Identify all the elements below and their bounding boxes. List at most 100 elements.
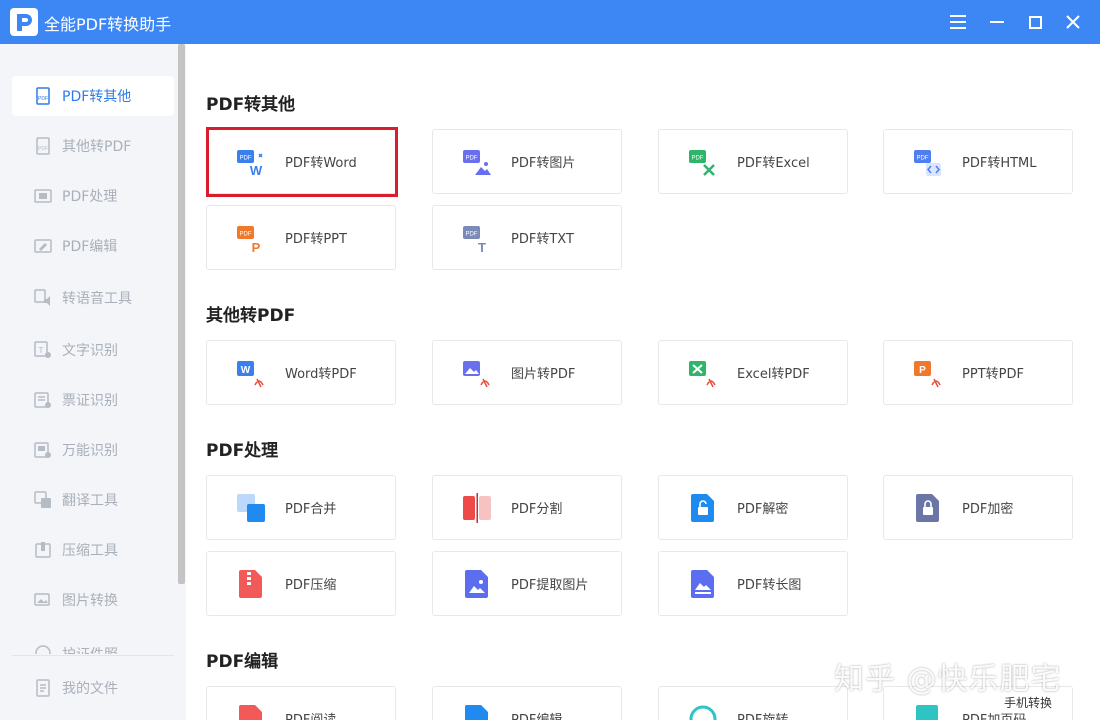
- card-pdf-rotate[interactable]: PDF旋转: [658, 686, 848, 720]
- excel-to-pdf-icon: [689, 360, 716, 387]
- card-label: Excel转PDF: [737, 367, 810, 382]
- maximize-button[interactable]: [1019, 6, 1051, 38]
- card-label: PDF转长图: [737, 578, 802, 593]
- highlight-box: [206, 127, 398, 197]
- card-pdf-to-html[interactable]: PDF PDF转HTML: [883, 129, 1073, 194]
- card-label: PDF合并: [285, 502, 337, 517]
- sidebar-divider: [12, 655, 174, 656]
- maximize-icon: [1028, 15, 1042, 29]
- sidebar-item-label: PDF处理: [62, 189, 118, 205]
- svg-text:P: P: [252, 240, 261, 254]
- pdf-to-image-icon: PDF: [463, 149, 491, 175]
- sidebar-item-universal-scan[interactable]: 万能识别: [12, 430, 174, 470]
- svg-text:PDF: PDF: [466, 155, 478, 161]
- card-label: PDF压缩: [285, 578, 337, 593]
- sidebar-item-voice[interactable]: 转语音工具: [12, 278, 174, 318]
- lock-icon: [916, 493, 939, 522]
- ticket-icon: [34, 392, 51, 408]
- card-pdf-split[interactable]: PDF分割: [432, 475, 622, 540]
- card-pdf-long-image[interactable]: PDF转长图: [658, 551, 848, 616]
- pdf-to-html-icon: PDF: [914, 149, 941, 176]
- ppt-to-pdf-icon: P: [914, 360, 941, 387]
- sidebar-item-pdf-edit[interactable]: PDF编辑: [12, 226, 174, 266]
- card-pdf-extract-image[interactable]: PDF提取图片: [432, 551, 622, 616]
- card-excel-to-pdf[interactable]: Excel转PDF: [658, 340, 848, 405]
- minimize-button[interactable]: [981, 6, 1013, 38]
- svg-text:PDF: PDF: [240, 231, 252, 237]
- app-title: 全能PDF转换助手: [44, 15, 172, 34]
- sidebar-item-compress[interactable]: 压缩工具: [12, 530, 174, 570]
- svg-text:PDF: PDF: [692, 155, 704, 161]
- card-image-to-pdf[interactable]: 图片转PDF: [432, 340, 622, 405]
- pdf-to-txt-icon: PDFT: [463, 225, 486, 254]
- card-pdf-read[interactable]: PDF阅读: [206, 686, 396, 720]
- card-pdf-to-excel[interactable]: PDF PDF转Excel: [658, 129, 848, 194]
- merge-icon: [237, 493, 265, 522]
- card-label: PDF转图片: [511, 156, 576, 171]
- zip-icon: [239, 569, 262, 598]
- card-label: Word转PDF: [285, 367, 357, 382]
- sidebar-item-pdf-process[interactable]: PDF处理: [12, 176, 174, 216]
- sidebar-item-label: 票证识别: [62, 393, 118, 409]
- sidebar-item-label: 压缩工具: [62, 543, 118, 559]
- card-pdf-compress[interactable]: PDF压缩: [206, 551, 396, 616]
- card-pdf-edit[interactable]: PDF编辑: [432, 686, 622, 720]
- card-label: PDF阅读: [285, 709, 336, 720]
- pdf-process-icon: [34, 189, 52, 203]
- card-pdf-decrypt[interactable]: PDF解密: [658, 475, 848, 540]
- sidebar-item-label: 翻译工具: [62, 493, 118, 509]
- card-label: PDF转PPT: [285, 232, 347, 247]
- sidebar-item-ocr[interactable]: T 文字识别: [12, 330, 174, 370]
- svg-text:W: W: [241, 365, 251, 376]
- card-pdf-merge[interactable]: PDF合并: [206, 475, 396, 540]
- sidebar-item-label: 转语音工具: [62, 291, 132, 307]
- sidebar-item-label: 图片转换: [62, 593, 118, 609]
- card-ppt-to-pdf[interactable]: P PPT转PDF: [883, 340, 1073, 405]
- sidebar-item-pdf-to-other[interactable]: PDF PDF转其他: [12, 76, 174, 116]
- sidebar-item-id-photo[interactable]: 护证件照: [12, 638, 174, 654]
- long-image-icon: [691, 569, 714, 598]
- card-label: 图片转PDF: [511, 367, 576, 382]
- svg-text:PDF: PDF: [917, 155, 929, 161]
- pdf-to-ppt-icon: PDFP: [237, 225, 261, 254]
- card-label: PDF解密: [737, 502, 789, 517]
- id-photo-icon: [35, 645, 51, 654]
- sidebar-item-label: 我的文件: [62, 681, 118, 697]
- svg-text:PDF: PDF: [38, 146, 48, 152]
- close-button[interactable]: [1057, 6, 1089, 38]
- translate-icon: [34, 491, 51, 508]
- card-pdf-to-image[interactable]: PDF PDF转图片: [432, 129, 622, 194]
- unlock-icon: [691, 493, 714, 522]
- sidebar-item-translate[interactable]: 翻译工具: [12, 480, 174, 520]
- svg-text:PDF: PDF: [38, 96, 48, 102]
- sidebar-item-my-files[interactable]: 我的文件: [12, 668, 174, 708]
- sidebar-scrollbar[interactable]: [178, 44, 185, 584]
- sidebar-item-image-convert[interactable]: 图片转换: [12, 580, 174, 620]
- card-pdf-encrypt[interactable]: PDF加密: [883, 475, 1073, 540]
- card-word-to-pdf[interactable]: W Word转PDF: [206, 340, 396, 405]
- card-label: PDF编辑: [511, 709, 562, 720]
- sidebar-item-label: 其他转PDF: [62, 139, 132, 155]
- edit-icon: [465, 704, 488, 720]
- pdf-to-excel-icon: PDF: [689, 149, 715, 176]
- card-pdf-to-txt[interactable]: PDF T PDF转TXT: [432, 205, 622, 270]
- card-label: PPT转PDF: [962, 367, 1024, 382]
- extract-image-icon: [465, 569, 488, 598]
- section-title-other-to-pdf: 其他转PDF: [206, 306, 296, 326]
- pdf-edit-icon: [34, 239, 52, 253]
- sidebar-item-ticket[interactable]: 票证识别: [12, 380, 174, 420]
- image-to-pdf-icon: [463, 360, 490, 387]
- page-number-icon: [916, 704, 938, 720]
- section-title-pdf-edit: PDF编辑: [206, 652, 279, 672]
- svg-text:T: T: [39, 346, 44, 355]
- watermark: 知乎 @快乐肥宅: [834, 662, 1062, 697]
- sidebar-item-label: PDF编辑: [62, 239, 118, 255]
- sidebar-item-label: 护证件照: [62, 644, 118, 654]
- sidebar-item-other-to-pdf[interactable]: PDF 其他转PDF: [12, 126, 174, 166]
- title-bar: 全能PDF转换助手: [0, 0, 1100, 44]
- audio-icon: [34, 289, 50, 306]
- card-label: PDF转TXT: [511, 232, 574, 247]
- menu-button[interactable]: [942, 6, 974, 38]
- card-pdf-to-ppt[interactable]: PDF P PDF转PPT: [206, 205, 396, 270]
- card-label: PDF分割: [511, 502, 563, 517]
